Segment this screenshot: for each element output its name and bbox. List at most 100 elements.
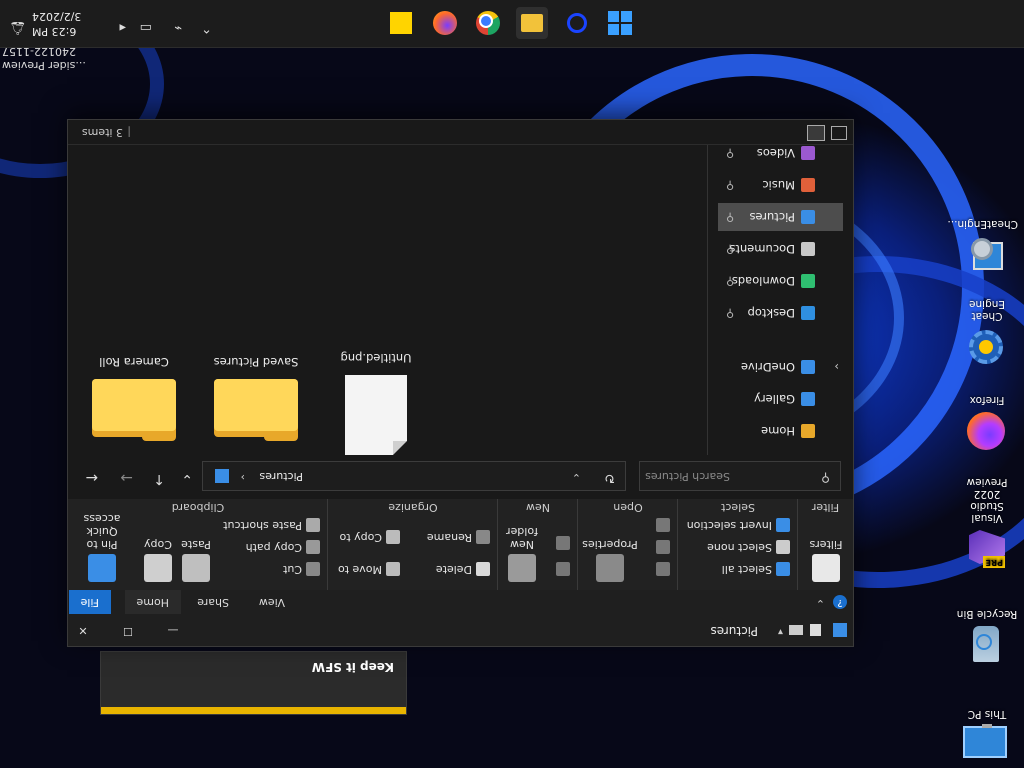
tray-chevron-icon[interactable]: ⌃: [201, 20, 212, 35]
paste-button[interactable]: Paste: [178, 538, 214, 582]
file-item-saved-pictures[interactable]: Saved Pictures: [201, 355, 311, 441]
open-button[interactable]: [652, 562, 670, 576]
desktop-icon-cheat-engine-installer[interactable]: CheatEngin...: [947, 218, 1018, 274]
minimize-button[interactable]: ✕: [68, 614, 98, 646]
pin-to-quick-access-button[interactable]: Pin to Quick access: [72, 512, 132, 582]
paste-shortcut-button[interactable]: Paste shortcut: [223, 518, 320, 532]
new-folder-icon: [508, 554, 536, 582]
chrome-taskbar-button[interactable]: [472, 7, 504, 39]
move-to-button[interactable]: Move to: [338, 562, 400, 576]
quick-access-dropdown-icon[interactable]: ▾: [778, 626, 783, 637]
tab-home[interactable]: Home: [124, 590, 181, 614]
ribbon-collapse-icon[interactable]: ⌄: [816, 597, 825, 610]
pin-icon[interactable]: ⚲: [726, 299, 734, 327]
visual-studio-icon: PRE: [965, 528, 1009, 568]
search-button[interactable]: [561, 7, 593, 39]
address-field[interactable]: › Pictures ⌄ ↻: [202, 461, 626, 491]
new-folder-button[interactable]: New folder: [502, 525, 542, 582]
edit-button[interactable]: [652, 540, 670, 554]
close-button[interactable]: —: [158, 614, 188, 646]
easy-access-button[interactable]: [552, 536, 570, 550]
copy-button[interactable]: Copy: [140, 538, 176, 582]
rename-icon: [476, 530, 490, 544]
cut-button[interactable]: Cut: [283, 562, 320, 576]
desktop-icon-firefox[interactable]: Firefox: [956, 394, 1018, 450]
up-level-button[interactable]: ↑: [153, 471, 165, 487]
copy-to-button[interactable]: Copy to: [340, 530, 400, 544]
desktop-icon-cheat-engine[interactable]: Cheat Engine: [956, 298, 1018, 366]
properties-button[interactable]: Properties: [582, 538, 638, 582]
firefox-taskbar-button[interactable]: [429, 7, 461, 39]
nav-item-documents[interactable]: Documents ⚲: [718, 235, 843, 263]
image-file-icon: [345, 375, 407, 455]
notification-card[interactable]: Keep it SFW: [100, 651, 407, 715]
pin-icon[interactable]: ⚲: [726, 203, 734, 231]
desktop-icon-recycle-bin[interactable]: Recycle Bin: [956, 608, 1018, 664]
nav-item-music[interactable]: Music ⚲: [718, 171, 843, 199]
file-item-untitled-png[interactable]: Untitled.png: [321, 351, 431, 455]
paste-shortcut-icon: [306, 518, 320, 532]
home-icon: [801, 424, 815, 438]
volume-icon[interactable]: ◂: [119, 20, 126, 35]
rename-button[interactable]: Rename: [427, 530, 490, 544]
start-button[interactable]: [604, 7, 636, 39]
copy-path-button[interactable]: Copy path: [246, 540, 320, 554]
invert-selection-button[interactable]: Invert selection: [687, 518, 790, 532]
file-explorer-taskbar-button[interactable]: [516, 7, 548, 39]
clock[interactable]: 6:23 PM 3/2/2024: [32, 9, 96, 39]
recycle-bin-icon: [965, 624, 1009, 664]
large-icons-view-button[interactable]: [807, 125, 825, 141]
forward-button[interactable]: →: [120, 469, 133, 487]
help-icon[interactable]: ?: [833, 595, 847, 609]
copy-path-icon: [306, 540, 320, 554]
breadcrumb-separator-icon: ›: [240, 471, 245, 484]
quick-access-folder-icon[interactable]: [789, 625, 803, 635]
desktop-icon-this-pc[interactable]: This PC: [956, 708, 1018, 764]
tab-file[interactable]: File: [68, 590, 111, 614]
pin-icon[interactable]: ⚲: [726, 267, 734, 295]
nav-item-gallery[interactable]: Gallery: [718, 385, 843, 413]
select-none-icon: [776, 540, 790, 554]
firefox-icon: [965, 410, 1009, 450]
ribbon-group-filter: Filters Filter: [797, 499, 853, 590]
address-bar-row: ← → ↑ ⌄ › Pictures ⌄ ↻ Search Pictures ⚲: [68, 455, 853, 499]
refresh-icon[interactable]: ↻: [604, 470, 615, 485]
tab-view[interactable]: View: [247, 590, 297, 614]
pin-icon[interactable]: ⚲: [726, 235, 734, 263]
filters-button[interactable]: Filters: [803, 538, 849, 582]
delete-button[interactable]: Delete: [436, 562, 490, 576]
search-box[interactable]: Search Pictures ⚲: [639, 461, 841, 491]
address-dropdown-icon[interactable]: ⌄: [572, 471, 581, 484]
cheat-engine-installer-icon: [965, 234, 1009, 274]
notification-bell-icon[interactable]: 🔔︎: [9, 20, 26, 35]
sticky-notes-taskbar-button[interactable]: [386, 7, 418, 39]
maximize-button[interactable]: ☐: [113, 614, 143, 646]
nav-item-home[interactable]: Home: [703, 417, 843, 445]
nav-item-downloads[interactable]: Downloads ⚲: [718, 267, 843, 295]
back-button[interactable]: ←: [85, 469, 98, 487]
file-item-camera-roll[interactable]: Camera Roll: [79, 355, 189, 441]
expand-chevron-icon[interactable]: ›: [834, 353, 839, 381]
search-icon: ⚲: [821, 471, 830, 485]
downloads-icon: [801, 274, 815, 288]
desktop-icon-visual-studio[interactable]: PRE Visual Studio 2022 Preview: [956, 476, 1018, 568]
new-item-button[interactable]: [552, 562, 570, 576]
nav-item-pictures[interactable]: Pictures ⚲: [718, 203, 843, 231]
title-icons: ▾: [743, 623, 853, 637]
music-icon: [801, 178, 815, 192]
select-none-button[interactable]: Select none: [707, 540, 790, 554]
display-icon[interactable]: ▭: [140, 20, 152, 35]
network-icon[interactable]: ⌁: [174, 20, 182, 35]
history-button[interactable]: [652, 518, 670, 532]
nav-item-onedrive[interactable]: OneDrive ›: [718, 353, 843, 381]
pin-icon[interactable]: ⚲: [726, 171, 734, 199]
quick-access-save-icon[interactable]: [810, 624, 821, 636]
select-all-button[interactable]: Select all: [722, 562, 790, 576]
details-view-button[interactable]: [831, 126, 847, 140]
recent-locations-button[interactable]: ⌄: [181, 471, 193, 487]
nav-item-desktop[interactable]: Desktop ⚲: [718, 299, 843, 327]
tab-share[interactable]: Share: [185, 590, 241, 614]
edit-icon: [656, 540, 670, 554]
breadcrumb-pictures[interactable]: Pictures: [259, 470, 303, 483]
copy-to-icon: [386, 530, 400, 544]
